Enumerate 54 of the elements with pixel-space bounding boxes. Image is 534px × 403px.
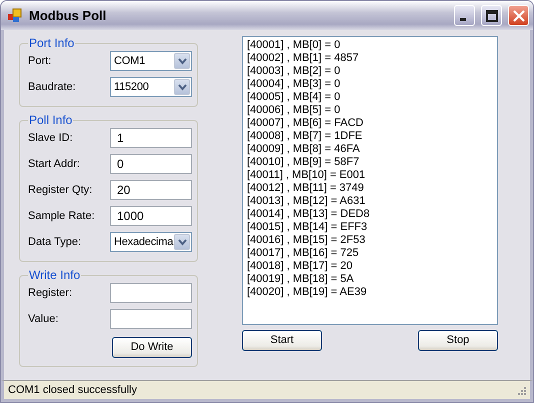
list-item[interactable]: [40018] , MB[17] = 20 bbox=[247, 260, 493, 273]
close-button[interactable] bbox=[508, 5, 529, 26]
dropdown[interactable]: COM1 bbox=[110, 51, 192, 71]
list-item[interactable]: [40001] , MB[0] = 0 bbox=[247, 39, 493, 52]
list-item[interactable]: [40004] , MB[3] = 0 bbox=[247, 78, 493, 91]
list-item[interactable]: [40012] , MB[11] = 3749 bbox=[247, 182, 493, 195]
dropdown[interactable]: Hexadecima bbox=[110, 232, 192, 252]
list-item[interactable]: [40013] , MB[12] = A631 bbox=[247, 195, 493, 208]
app-icon bbox=[7, 8, 23, 24]
list-item[interactable]: [40002] , MB[1] = 4857 bbox=[247, 52, 493, 65]
input-field[interactable]: 1000 bbox=[110, 206, 192, 226]
list-item[interactable]: [40007] , MB[6] = FACD bbox=[247, 117, 493, 130]
field-label: Slave ID: bbox=[28, 130, 73, 146]
field-label: Sample Rate: bbox=[28, 208, 95, 224]
list-item[interactable]: [40014] , MB[13] = DED8 bbox=[247, 208, 493, 221]
maximize-button[interactable] bbox=[481, 5, 502, 26]
input-field[interactable] bbox=[110, 283, 192, 303]
group-title: Write Info bbox=[28, 268, 82, 282]
maximize-icon bbox=[486, 10, 498, 22]
field-label: Port: bbox=[28, 54, 52, 69]
status-text: COM1 closed successfully bbox=[8, 382, 137, 398]
list-item[interactable]: [40010] , MB[9] = 58F7 bbox=[247, 156, 493, 169]
dropdown[interactable]: 115200 bbox=[110, 77, 192, 97]
window-title: Modbus Poll bbox=[29, 6, 108, 25]
list-item[interactable]: [40011] , MB[10] = E001 bbox=[247, 169, 493, 182]
list-item[interactable]: [40005] , MB[4] = 0 bbox=[247, 91, 493, 104]
field-label: Data Type: bbox=[28, 234, 81, 250]
input-field[interactable] bbox=[110, 309, 192, 329]
do-write-button[interactable]: Do Write bbox=[112, 336, 192, 358]
field-label: Baudrate: bbox=[28, 80, 76, 95]
group-title: Port Info bbox=[28, 36, 76, 50]
field-label: Value: bbox=[28, 312, 58, 327]
group-title: Poll Info bbox=[28, 113, 74, 127]
field-label: Start Addr: bbox=[28, 156, 80, 172]
field-label: Register: bbox=[28, 286, 72, 301]
list-item[interactable]: [40017] , MB[16] = 725 bbox=[247, 247, 493, 260]
list-item[interactable]: [40019] , MB[18] = 5A bbox=[247, 273, 493, 286]
list-item[interactable]: [40016] , MB[15] = 2F53 bbox=[247, 234, 493, 247]
start-button[interactable]: Start bbox=[242, 330, 322, 351]
input-field[interactable]: 0 bbox=[110, 154, 192, 174]
input-field[interactable]: 20 bbox=[110, 180, 192, 200]
list-item[interactable]: [40009] , MB[8] = 46FA bbox=[247, 143, 493, 156]
list-item[interactable]: [40020] , MB[19] = AE39 bbox=[247, 286, 493, 299]
list-item[interactable]: [40006] , MB[5] = 0 bbox=[247, 104, 493, 117]
resize-grip-icon[interactable] bbox=[516, 385, 526, 395]
stop-button[interactable]: Stop bbox=[418, 330, 498, 351]
list-item[interactable]: [40003] , MB[2] = 0 bbox=[247, 65, 493, 78]
minimize-button[interactable] bbox=[454, 5, 475, 26]
list-item[interactable]: [40008] , MB[7] = 1DFE bbox=[247, 130, 493, 143]
minimize-icon bbox=[460, 18, 466, 20]
list-item[interactable]: [40015] , MB[14] = EFF3 bbox=[247, 221, 493, 234]
close-icon bbox=[512, 10, 524, 22]
input-field[interactable]: 1 bbox=[110, 128, 192, 148]
field-label: Register Qty: bbox=[28, 182, 92, 198]
